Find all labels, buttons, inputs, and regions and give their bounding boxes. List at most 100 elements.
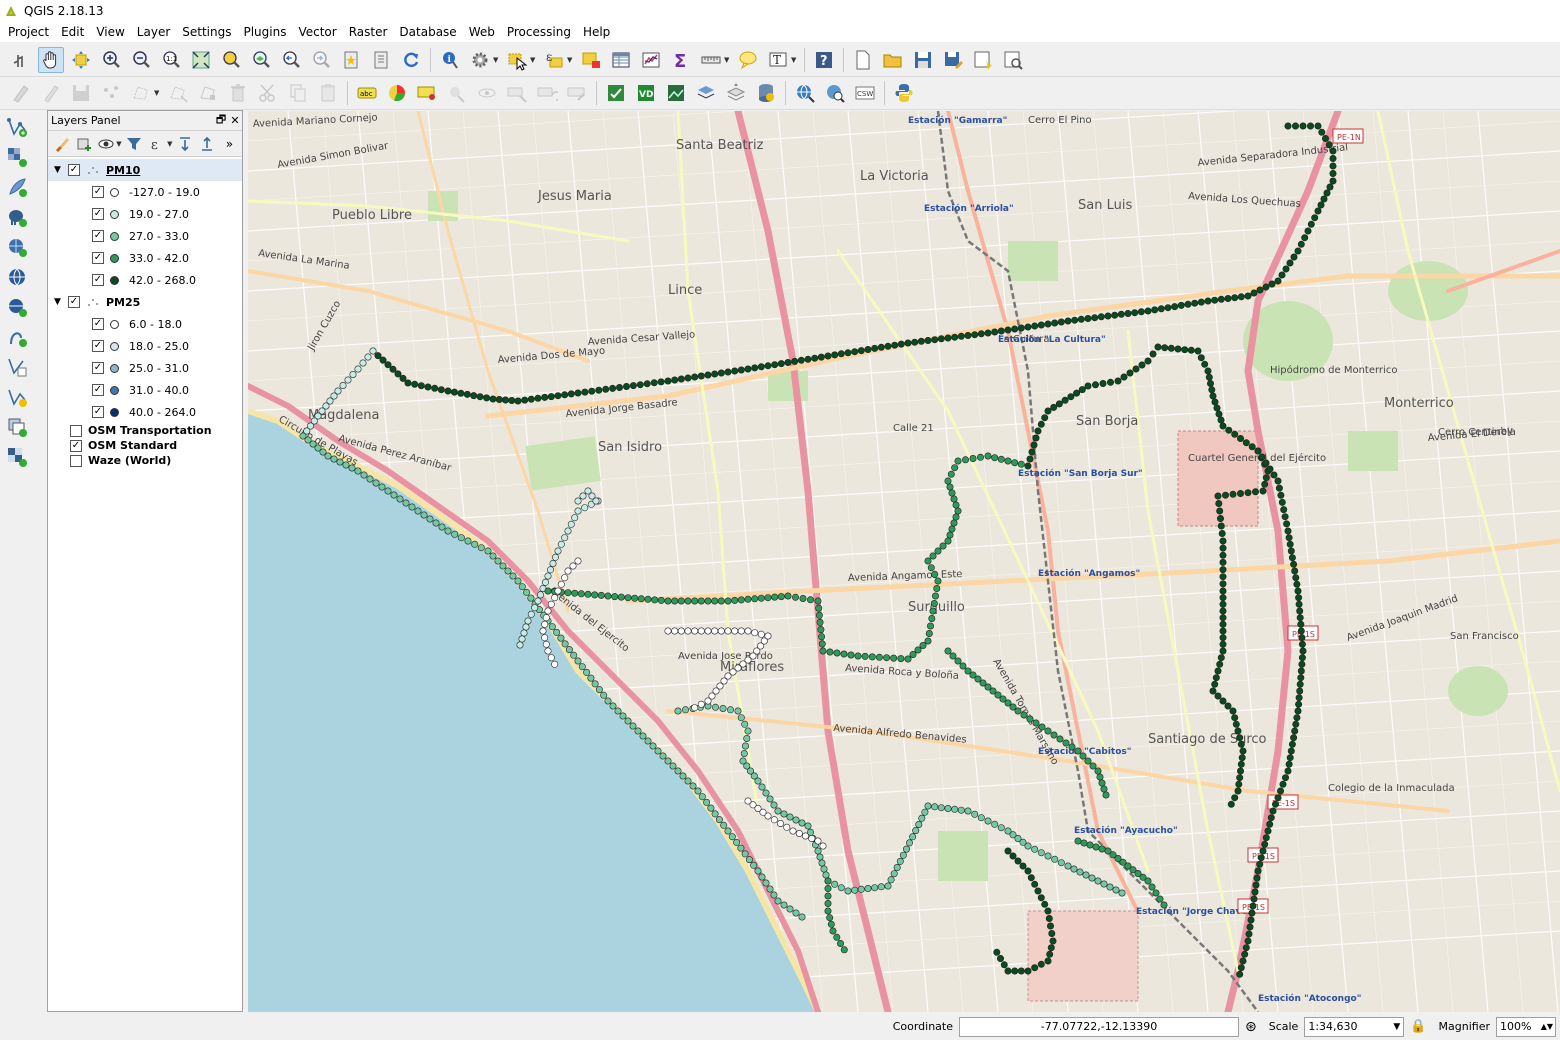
layer-labeling-options-button[interactable]: abc [354, 80, 380, 106]
add-wms-layer-button[interactable] [4, 264, 30, 290]
plugin-vd-button[interactable]: VD [633, 80, 659, 106]
text-annotation-button[interactable]: T [765, 47, 791, 73]
chevron-down-icon[interactable]: ▼ [154, 89, 161, 97]
cut-features-button[interactable] [255, 80, 281, 106]
plugin-raster-button[interactable] [663, 80, 689, 106]
refresh-button[interactable] [398, 47, 424, 73]
filter-by-expression-button[interactable]: ε [147, 134, 166, 154]
statistical-summary-button[interactable] [638, 47, 664, 73]
pin-unpin-labels-button[interactable] [444, 80, 470, 106]
toggle-editing-button[interactable] [38, 80, 64, 106]
pan-to-selection-button[interactable] [68, 47, 94, 73]
copy-features-button[interactable] [285, 80, 311, 106]
spin-arrows-icon[interactable]: ▲▼ [1541, 1018, 1553, 1036]
lock-scale-icon[interactable]: 🔒 [1410, 1019, 1426, 1034]
layer-waze-world[interactable]: Waze (World) [48, 453, 242, 468]
chevron-down-icon[interactable]: ▼ [530, 56, 537, 64]
metasearch-button[interactable] [792, 80, 818, 106]
pan-map-button[interactable] [38, 46, 64, 73]
add-raster-layer-button[interactable] [4, 144, 30, 170]
rotate-label-button[interactable] [534, 80, 560, 106]
layer-diagram-options-button[interactable] [384, 80, 410, 106]
menu-processing[interactable]: Processing [501, 22, 577, 42]
paste-features-button[interactable] [315, 80, 341, 106]
class-visibility-checkbox[interactable]: ✓ [92, 340, 104, 352]
new-shapefile-layer-button[interactable] [4, 354, 30, 380]
menu-vector[interactable]: Vector [292, 22, 342, 42]
highlight-pinned-labels-button[interactable] [414, 80, 440, 106]
new-print-composer-button[interactable] [970, 47, 996, 73]
menu-web[interactable]: Web [463, 22, 501, 42]
menu-view[interactable]: View [90, 22, 130, 42]
class-visibility-checkbox[interactable]: ✓ [92, 208, 104, 220]
zoom-to-selection-button[interactable] [218, 47, 244, 73]
touch-zoom-button[interactable] [8, 47, 34, 73]
save-project-button[interactable] [910, 47, 936, 73]
legend-class[interactable]: ✓ 42.0 - 268.0 [48, 269, 242, 291]
save-project-as-button[interactable] [940, 47, 966, 73]
layer-visibility-checkbox[interactable]: ✓ [68, 164, 80, 176]
zoom-to-layer-button[interactable] [248, 47, 274, 73]
chevron-down-icon[interactable]: ▼ [54, 297, 64, 307]
menu-help[interactable]: Help [577, 22, 616, 42]
add-virtual-layer-button[interactable] [4, 414, 30, 440]
layer-visibility-checkbox[interactable]: ✓ [70, 439, 82, 452]
chevron-down-icon[interactable]: ▼ [116, 140, 123, 148]
menu-raster[interactable]: Raster [343, 22, 394, 42]
layer-visibility-checkbox[interactable] [70, 424, 82, 437]
class-visibility-checkbox[interactable]: ✓ [92, 274, 104, 286]
open-attribute-table-button[interactable] [608, 47, 634, 73]
legend-class[interactable]: ✓ 27.0 - 33.0 [48, 225, 242, 247]
zoom-in-button[interactable] [98, 47, 124, 73]
add-wfs-layer-button[interactable] [4, 324, 30, 350]
layer-pm10[interactable]: ▼ ✓ PM10 [48, 159, 242, 181]
select-features-button[interactable] [504, 47, 530, 73]
geoprocessing-tool-button[interactable] [603, 80, 629, 106]
add-polygon-button[interactable] [128, 80, 154, 106]
class-visibility-checkbox[interactable]: ✓ [92, 252, 104, 264]
add-delimited-text-button[interactable] [4, 174, 30, 200]
class-visibility-checkbox[interactable]: ✓ [92, 186, 104, 198]
measure-line-button[interactable] [698, 47, 724, 73]
move-label-button[interactable] [504, 80, 530, 106]
layer-pm25[interactable]: ▼ ✓ PM25 [48, 291, 242, 313]
legend-class[interactable]: ✓ 25.0 - 31.0 [48, 357, 242, 379]
node-tool-button[interactable] [195, 80, 221, 106]
add-spatialite-layer-button[interactable] [4, 234, 30, 260]
map-canvas[interactable]: Pueblo Libre Jesus Maria Lince La Victor… [248, 111, 1560, 1012]
menu-layer[interactable]: Layer [131, 22, 176, 42]
help-contents-button[interactable]: ? [811, 47, 837, 73]
zoom-last-button[interactable] [278, 47, 304, 73]
chevron-down-icon[interactable]: ▼ [54, 165, 64, 175]
csw-button[interactable]: CSW [852, 80, 878, 106]
zoom-full-button[interactable] [188, 47, 214, 73]
run-feature-action-button[interactable] [467, 47, 493, 73]
add-feature-button[interactable] [98, 80, 124, 106]
legend-class[interactable]: ✓ 40.0 - 264.0 [48, 401, 242, 423]
undock-icon[interactable]: 🗗 [214, 111, 228, 130]
class-visibility-checkbox[interactable]: ✓ [92, 230, 104, 242]
new-spatialite-layer-button[interactable] [4, 384, 30, 410]
close-icon[interactable]: ✕ [228, 114, 242, 127]
chevron-down-icon[interactable]: ▼ [791, 56, 798, 64]
magnifier-spinbox[interactable]: 100% ▲▼ [1496, 1016, 1556, 1037]
delete-selected-button[interactable] [225, 80, 251, 106]
open-project-button[interactable] [880, 47, 906, 73]
legend-class[interactable]: ✓ 33.0 - 42.0 [48, 247, 242, 269]
class-visibility-checkbox[interactable]: ✓ [92, 362, 104, 374]
chevron-down-icon[interactable]: ▼ [493, 56, 500, 64]
style-brush-button[interactable] [52, 134, 71, 154]
legend-class[interactable]: ✓ 6.0 - 18.0 [48, 313, 242, 335]
expand-all-button[interactable] [176, 134, 195, 154]
legend-class[interactable]: ✓ 18.0 - 25.0 [48, 335, 242, 357]
zoom-actual-size-button[interactable]: 1:1 [158, 47, 184, 73]
composer-manager-button[interactable] [1000, 47, 1026, 73]
plugin-network-button[interactable] [693, 80, 719, 106]
collapse-all-button[interactable] [198, 134, 217, 154]
chevron-down-icon[interactable]: ▼ [167, 140, 174, 148]
add-group-button[interactable] [74, 134, 93, 154]
plugin-database-button[interactable] [753, 80, 779, 106]
toggle-extents-icon[interactable]: ⊛ [1245, 1019, 1257, 1035]
more-tools-button[interactable]: » [220, 134, 239, 154]
map-tips-button[interactable] [735, 47, 761, 73]
